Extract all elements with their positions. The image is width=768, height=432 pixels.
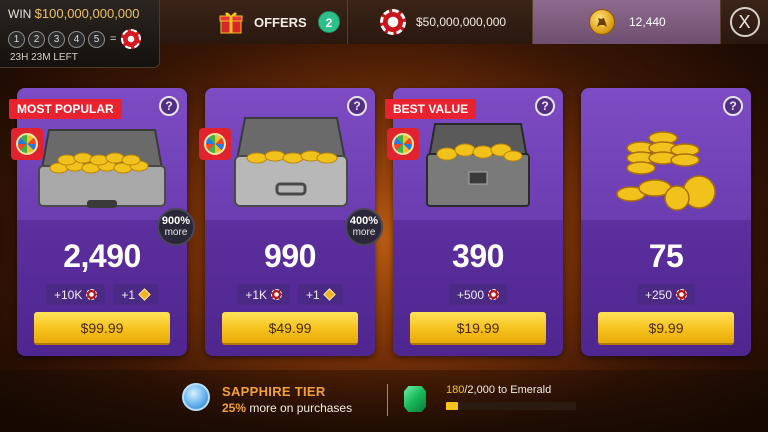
gold-coin-icon [589, 9, 615, 35]
offers-label: OFFERS [254, 15, 307, 30]
offer-card-1[interactable]: ? 2,490 +10K +1 $99.99 900% more [17, 88, 195, 356]
chip-icon [271, 289, 282, 300]
bonus-gems: +1 [298, 284, 343, 305]
bonus-wheel-icon [387, 128, 419, 160]
bonus-wheel-icon [199, 128, 231, 160]
bonus-gems: +1 [113, 284, 159, 305]
bonus-wheel-icon [11, 128, 43, 160]
tier-name: SAPPHIRE TIER [222, 384, 326, 399]
help-icon[interactable]: ? [159, 96, 179, 116]
ball-1: 1 [8, 30, 25, 48]
more-word: more [352, 227, 376, 238]
chip-icon [488, 289, 500, 300]
bonus-row: +500 [393, 284, 563, 305]
emerald-icon [404, 386, 426, 412]
chip-icon [676, 289, 688, 300]
sapphire-icon [182, 383, 210, 411]
gem-icon [138, 288, 151, 301]
tier-progress-text: 180/2,000 to Emerald [446, 384, 551, 396]
buy-button[interactable]: $49.99 [222, 312, 358, 345]
progress-rest: /2,000 to Emerald [464, 384, 552, 396]
tier-progress-bar [446, 402, 576, 410]
ball-5: 5 [88, 30, 105, 48]
tier-status-bar: SAPPHIRE TIER 25% more on purchases 180/… [0, 370, 768, 432]
chips-balance-value: $50,000,000,000 [416, 15, 507, 29]
bonus-chips: +10K [45, 284, 106, 305]
tier-bonus-text: more on purchases [249, 401, 353, 415]
chip-icon [86, 289, 98, 300]
gold-amount: 2,490 [63, 238, 141, 274]
jackpot-title: WIN $100,000,000,000 [8, 6, 140, 21]
gem-icon [322, 288, 336, 301]
bonus-chips-value: +250 [644, 287, 673, 302]
bonus-row: +1K +1 [205, 284, 375, 305]
equals-sign: = [110, 33, 117, 45]
bonus-chips-value: +10K [53, 287, 83, 302]
ball-3: 3 [48, 30, 65, 48]
bonus-chips: +500 [448, 284, 508, 305]
progress-current: 180 [446, 384, 465, 396]
ball-4: 4 [68, 30, 85, 48]
bonus-chips: +1K [237, 284, 290, 305]
bonus-gems-value: +1 [306, 287, 320, 302]
offer-card-4[interactable]: ? 75 +250 $9.99 [581, 88, 751, 356]
bonus-chips-value: +1K [245, 287, 267, 302]
win-prefix: WIN [8, 7, 32, 21]
lottery-balls: 1 2 3 4 5 = [8, 29, 142, 49]
poker-chip-icon [121, 29, 142, 49]
tier-bonus: 25% more on purchases [222, 401, 352, 415]
ball-2: 2 [28, 30, 45, 48]
most-popular-ribbon: MOST POPULAR [9, 99, 122, 119]
bonus-gems-value: +1 [121, 287, 136, 302]
offer-card-3[interactable]: ? 390 +500 $19.99 [393, 88, 563, 356]
best-value-ribbon: BEST VALUE [385, 99, 477, 119]
gold-amount: 990 [264, 238, 316, 274]
gold-amount: 75 [648, 238, 684, 274]
close-button[interactable]: X [729, 7, 760, 37]
bonus-row: +250 [581, 284, 751, 305]
buy-button[interactable]: $9.99 [598, 312, 734, 345]
gold-amount: 390 [452, 238, 504, 274]
help-icon[interactable]: ? [347, 96, 367, 116]
gift-icon [219, 12, 243, 34]
buy-button[interactable]: $99.99 [34, 312, 170, 345]
tier-bonus-percent: 25% [222, 401, 247, 415]
help-icon[interactable]: ? [723, 96, 743, 116]
buy-button[interactable]: $19.99 [410, 312, 546, 345]
more-percent: 900% [161, 215, 191, 227]
more-badge: 900% more [157, 208, 195, 246]
time-left: 23H 23M LEFT [10, 52, 78, 63]
bonus-row: +10K +1 [17, 284, 187, 305]
chip-icon [380, 9, 406, 35]
close-area: X [721, 0, 768, 44]
help-icon[interactable]: ? [535, 96, 555, 116]
tier-progress-fill [446, 402, 458, 410]
offer-card-2[interactable]: ? 990 +1K +1 $49.99 400% more [205, 88, 383, 356]
gold-balance[interactable] [533, 0, 721, 44]
jackpot-amount: $100,000,000,000 [34, 6, 140, 21]
more-badge: 400% more [345, 208, 383, 246]
divider [387, 384, 388, 416]
jackpot-panel[interactable]: WIN $100,000,000,000 1 2 3 4 5 = 23H 23M… [0, 0, 160, 68]
more-percent: 400% [349, 215, 379, 227]
more-word: more [164, 227, 188, 238]
bonus-chips-value: +500 [456, 287, 485, 302]
offers-count-badge: 2 [318, 11, 340, 33]
bonus-chips: +250 [636, 284, 696, 305]
gold-balance-value: 12,440 [629, 15, 666, 29]
